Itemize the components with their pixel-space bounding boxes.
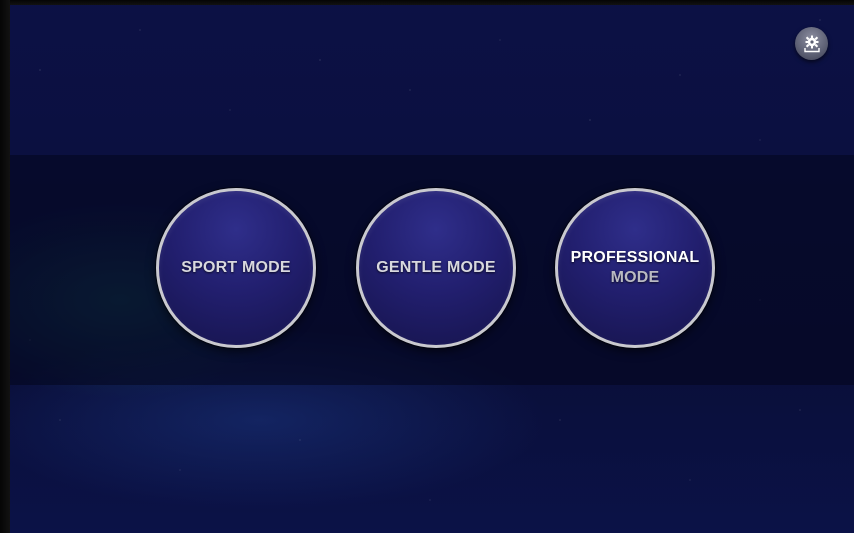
professional-mode-label-line2: MODE [610, 269, 660, 286]
gear-icon [803, 35, 820, 52]
professional-mode-label-line1: PROFESSIONAL [570, 249, 700, 266]
sport-mode-label: SPORT MODE [181, 259, 291, 276]
app-screen: SPORT MODE GENTLE MODE PROFESSIONAL MODE [0, 0, 854, 533]
gentle-mode-label: GENTLE MODE [376, 259, 496, 276]
sport-mode-button[interactable]: SPORT MODE [156, 188, 316, 348]
settings-button[interactable] [795, 27, 828, 60]
screen-frame-top [0, 0, 854, 5]
gentle-mode-button[interactable]: GENTLE MODE [356, 188, 516, 348]
professional-mode-button[interactable]: PROFESSIONAL MODE [555, 188, 715, 348]
screen-frame-left [0, 0, 10, 533]
